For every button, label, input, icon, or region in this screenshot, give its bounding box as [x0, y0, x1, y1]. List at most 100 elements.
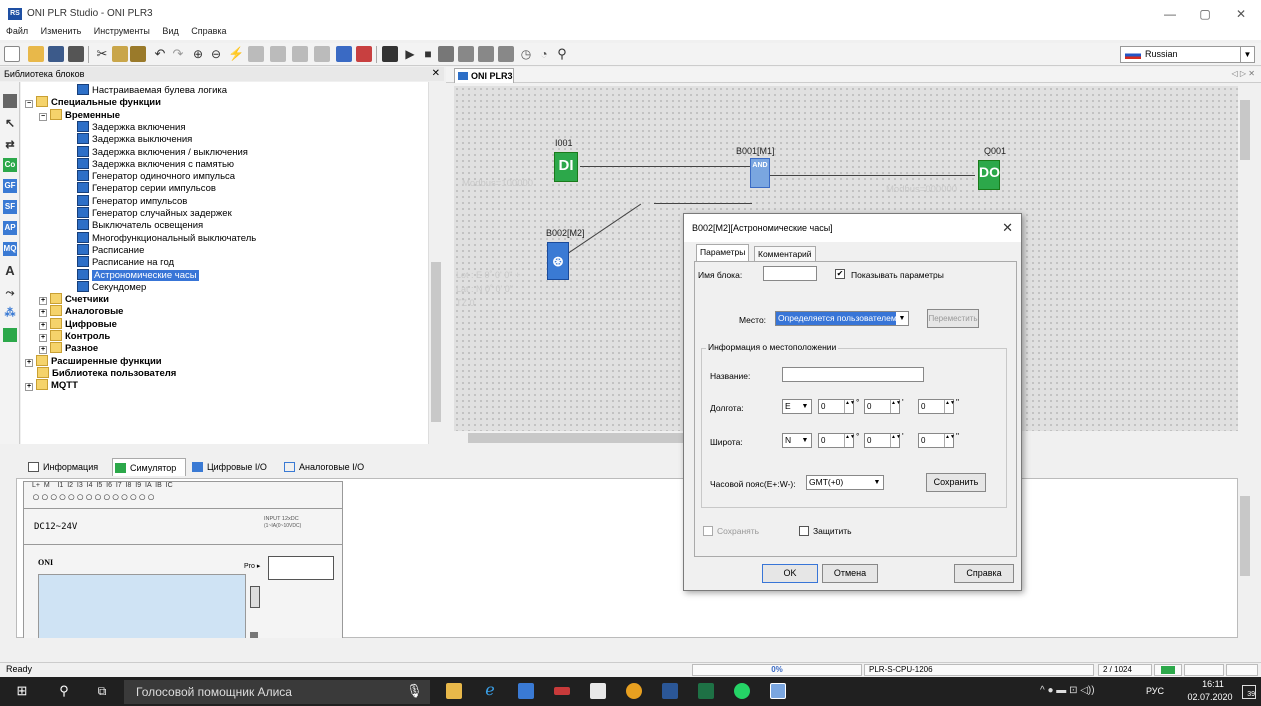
- menu-tools[interactable]: Инструменты: [94, 26, 150, 36]
- ok-button[interactable]: OK: [762, 564, 818, 583]
- chevron-down-icon[interactable]: ▼: [799, 434, 811, 447]
- pointer-icon[interactable]: ↖: [3, 116, 17, 130]
- scroll-thumb[interactable]: [1240, 100, 1250, 160]
- chrome-icon[interactable]: [626, 683, 642, 699]
- tab-comment[interactable]: Комментарий: [754, 246, 816, 261]
- longitude-minutes[interactable]: 0 ▲▼: [864, 399, 901, 414]
- spin-arrows-icon[interactable]: ▲▼: [844, 434, 855, 447]
- oni-plr-icon[interactable]: [770, 683, 786, 699]
- excel-icon[interactable]: [698, 683, 714, 699]
- windows-start-icon[interactable]: ⊞: [14, 683, 30, 699]
- align-top-icon[interactable]: [292, 46, 308, 62]
- copy-icon[interactable]: [112, 46, 128, 62]
- clock-icon[interactable]: ◷: [518, 46, 534, 62]
- app-icon[interactable]: [554, 687, 570, 695]
- retain-checkbox[interactable]: [703, 526, 713, 536]
- clock-time[interactable]: 16:11: [1188, 679, 1238, 689]
- place-select[interactable]: Определяется пользователем ▼: [775, 311, 909, 326]
- spin-arrows-icon[interactable]: ▲▼: [944, 400, 955, 413]
- task-view-icon[interactable]: ⧉: [94, 683, 110, 699]
- longitude-seconds[interactable]: 0 ▲▼: [918, 399, 955, 414]
- close-panel-icon[interactable]: ✕: [432, 67, 440, 81]
- latitude-minutes[interactable]: 0 ▲▼: [864, 433, 901, 448]
- cut-icon[interactable]: ✂: [94, 46, 110, 62]
- wire-b002-b001-horizontal[interactable]: [654, 203, 752, 204]
- spin-arrows-icon[interactable]: ▲▼: [844, 400, 855, 413]
- gf-icon[interactable]: GF: [3, 179, 17, 193]
- cancel-button[interactable]: Отмена: [822, 564, 878, 583]
- move-button[interactable]: Переместить: [927, 309, 979, 328]
- wire-i001-b001[interactable]: [580, 166, 754, 167]
- line-icon[interactable]: ⤳: [3, 286, 17, 300]
- stop-icon[interactable]: ■: [420, 46, 436, 62]
- tab-simulator[interactable]: Симулятор: [112, 458, 186, 476]
- tab-digital-io[interactable]: Цифровые I/O: [190, 458, 278, 476]
- outlook-icon[interactable]: [518, 683, 534, 699]
- tab-oni-plr3[interactable]: ONI PLR3: [454, 68, 514, 83]
- spin-arrows-icon[interactable]: ▲▼: [890, 400, 901, 413]
- menu-view[interactable]: Вид: [162, 26, 178, 36]
- menu-edit[interactable]: Изменить: [41, 26, 82, 36]
- minimize-button[interactable]: —: [1155, 6, 1185, 22]
- wire-b001-q001[interactable]: [768, 175, 975, 176]
- block-b001[interactable]: AND: [750, 158, 770, 188]
- input-language[interactable]: РУС: [1146, 686, 1164, 696]
- save-icon[interactable]: [48, 46, 64, 62]
- tree-item[interactable]: + MQTT: [25, 379, 78, 393]
- block-name-input[interactable]: [763, 266, 817, 281]
- spin-arrows-icon[interactable]: ▲▼: [944, 434, 955, 447]
- connector-icon[interactable]: ⇄: [3, 138, 17, 152]
- zoom-in-icon[interactable]: ⊕: [190, 46, 206, 62]
- canvas-vertical-scrollbar[interactable]: [1238, 86, 1252, 431]
- spin-arrows-icon[interactable]: ▲▼: [890, 434, 901, 447]
- text-icon[interactable]: A: [3, 264, 17, 278]
- microphone-icon[interactable]: 🎙: [406, 683, 423, 699]
- simulator-vertical-scrollbar[interactable]: [1238, 478, 1252, 638]
- search-icon[interactable]: ⚲: [554, 46, 570, 62]
- delete-icon[interactable]: [356, 46, 372, 62]
- align-bottom-icon[interactable]: [314, 46, 330, 62]
- block-b002[interactable]: ⊛: [547, 242, 569, 280]
- sf-icon[interactable]: SF: [3, 200, 17, 214]
- chevron-down-icon[interactable]: ▼: [871, 476, 883, 489]
- notes-icon[interactable]: [590, 683, 606, 699]
- paste-icon[interactable]: [130, 46, 146, 62]
- maximize-button[interactable]: ▢: [1190, 6, 1220, 22]
- location-name-input[interactable]: [782, 367, 924, 382]
- library-scrollbar[interactable]: [428, 82, 442, 444]
- timer-icon[interactable]: ◔: [536, 46, 552, 62]
- menu-file[interactable]: Файл: [6, 26, 28, 36]
- network-icon[interactable]: ⁂: [3, 306, 17, 320]
- simulator-horizontal-scrollbar[interactable]: [16, 638, 1252, 652]
- close-window-button[interactable]: ✕: [1226, 6, 1256, 22]
- ap-icon[interactable]: AP: [3, 221, 17, 235]
- whatsapp-icon[interactable]: [734, 683, 750, 699]
- latitude-degrees[interactable]: 0 ▲▼: [818, 433, 855, 448]
- scroll-thumb[interactable]: [1240, 496, 1250, 576]
- new-file-icon[interactable]: [4, 46, 20, 62]
- align-center-icon[interactable]: [270, 46, 286, 62]
- connect-icon[interactable]: [438, 46, 454, 62]
- show-params-checkbox[interactable]: ✔: [835, 269, 845, 279]
- expand-icon[interactable]: +: [39, 346, 47, 355]
- expand-icon[interactable]: +: [39, 334, 47, 342]
- undo-icon[interactable]: ↶: [152, 46, 168, 62]
- chevron-down-icon[interactable]: ▼: [896, 312, 908, 325]
- chevron-down-icon[interactable]: ▼: [1240, 47, 1254, 62]
- longitude-dir-select[interactable]: E ▼: [782, 399, 812, 414]
- expand-icon[interactable]: +: [39, 297, 47, 306]
- scroll-thumb[interactable]: [468, 433, 708, 443]
- monitor-icon[interactable]: [498, 46, 514, 62]
- protect-checkbox[interactable]: [799, 526, 809, 536]
- timezone-select[interactable]: GMT(+0) ▼: [806, 475, 884, 490]
- tab-analog-io[interactable]: Аналоговые I/O: [282, 458, 382, 476]
- block-q001[interactable]: DO: [978, 160, 1000, 190]
- print-icon[interactable]: [68, 46, 84, 62]
- download-icon[interactable]: [478, 46, 494, 62]
- latitude-seconds[interactable]: 0 ▲▼: [918, 433, 955, 448]
- save-location-button[interactable]: Сохранить: [926, 473, 986, 492]
- align-left-icon[interactable]: [248, 46, 264, 62]
- library-icon[interactable]: [3, 94, 17, 108]
- dialog-close-icon[interactable]: ✕: [1002, 220, 1013, 236]
- help-button[interactable]: Справка: [954, 564, 1014, 583]
